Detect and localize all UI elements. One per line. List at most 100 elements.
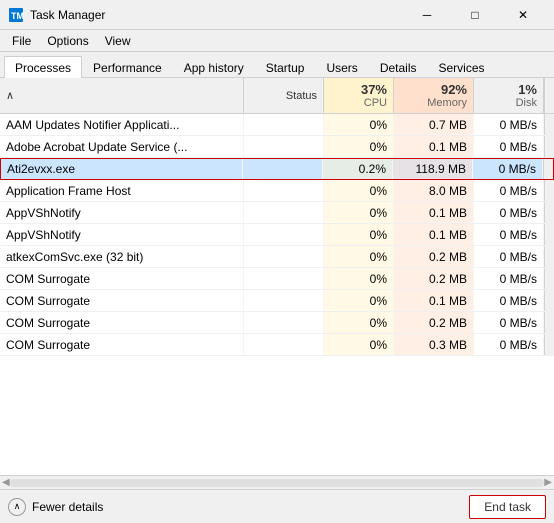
process-disk: 0 MB/s [474, 202, 544, 223]
table-row[interactable]: AAM Updates Notifier Applicati... 0%0.7 M… [0, 114, 554, 136]
table-row[interactable]: atkexComSvc.exe (32 bit)0%0.2 MB0 MB/s [0, 246, 554, 268]
process-name: COM Surrogate [0, 312, 244, 333]
horizontal-scrollbar[interactable]: ◀ ▶ [0, 475, 554, 489]
row-scroll-spacer [544, 246, 554, 267]
process-status [244, 202, 324, 223]
row-scroll-spacer [544, 114, 554, 135]
process-name: AppVShNotify [0, 224, 244, 245]
process-memory: 0.1 MB [394, 202, 474, 223]
process-disk: 0 MB/s [474, 312, 544, 333]
table-row[interactable]: AppVShNotify 0%0.1 MB0 MB/s [0, 202, 554, 224]
scroll-indicator [544, 78, 554, 113]
menu-item-view[interactable]: View [97, 32, 139, 50]
tab-details[interactable]: Details [369, 56, 428, 78]
status-label: Status [286, 90, 317, 102]
table-row[interactable]: AppVShNotify0%0.1 MB0 MB/s [0, 224, 554, 246]
tab-services[interactable]: Services [428, 56, 496, 78]
table-row[interactable]: Adobe Acrobat Update Service (...0%0.1 M… [0, 136, 554, 158]
process-name: AAM Updates Notifier Applicati... [0, 114, 244, 135]
process-memory: 118.9 MB [393, 159, 473, 179]
process-cpu: 0% [324, 334, 394, 355]
th-memory[interactable]: 92% Memory [394, 78, 474, 113]
process-cpu: 0% [324, 202, 394, 223]
th-name[interactable]: ∧ [0, 78, 244, 113]
table-header: ∧ Status 37% CPU 92% Memory 1% Disk [0, 78, 554, 114]
table-row[interactable]: Ati2evxx.exe0.2%118.9 MB0 MB/s [0, 158, 554, 180]
process-disk: 0 MB/s [474, 136, 544, 157]
title-bar: TM Task Manager ─ □ ✕ [0, 0, 554, 30]
process-cpu: 0% [324, 114, 394, 135]
tab-processes[interactable]: Processes [4, 56, 82, 78]
process-memory: 0.2 MB [394, 268, 474, 289]
process-disk: 0 MB/s [474, 334, 544, 355]
table-row[interactable]: COM Surrogate0%0.3 MB0 MB/s [0, 334, 554, 356]
fewer-details-button[interactable]: ∧ Fewer details [8, 498, 103, 516]
scroll-track[interactable] [10, 479, 545, 487]
window-controls: ─ □ ✕ [404, 1, 546, 29]
process-disk: 0 MB/s [474, 114, 544, 135]
process-status [244, 246, 324, 267]
fewer-details-label: Fewer details [32, 500, 103, 514]
menu-bar: FileOptionsView [0, 30, 554, 52]
disk-percent: 1% [518, 82, 537, 97]
th-cpu[interactable]: 37% CPU [324, 78, 394, 113]
process-name: COM Surrogate [0, 334, 244, 355]
process-cpu: 0% [324, 290, 394, 311]
process-status [244, 114, 324, 135]
tab-app-history[interactable]: App history [173, 56, 255, 78]
svg-text:TM: TM [11, 11, 24, 21]
process-memory: 0.7 MB [394, 114, 474, 135]
bottom-bar: ∧ Fewer details End task [0, 489, 554, 523]
process-disk: 0 MB/s [474, 224, 544, 245]
row-scroll-spacer [544, 290, 554, 311]
process-disk: 0 MB/s [473, 159, 543, 179]
main-content: ∧ Status 37% CPU 92% Memory 1% Disk AAM … [0, 78, 554, 475]
end-task-button[interactable]: End task [469, 495, 546, 519]
tab-startup[interactable]: Startup [255, 56, 316, 78]
process-status [244, 312, 324, 333]
process-disk: 0 MB/s [474, 290, 544, 311]
window-title: Task Manager [30, 8, 105, 22]
row-scroll-spacer [544, 268, 554, 289]
row-scroll-spacer [544, 334, 554, 355]
menu-item-options[interactable]: Options [39, 32, 96, 50]
row-scroll-spacer [544, 224, 554, 245]
th-status[interactable]: Status [244, 78, 324, 113]
close-button[interactable]: ✕ [500, 1, 546, 29]
process-status [244, 136, 324, 157]
process-cpu: 0% [324, 136, 394, 157]
row-scroll-spacer [544, 180, 554, 201]
tab-users[interactable]: Users [315, 56, 368, 78]
chevron-up-icon: ∧ [8, 498, 26, 516]
table-row[interactable]: COM Surrogate0%0.1 MB0 MB/s [0, 290, 554, 312]
app-icon: TM [8, 7, 24, 23]
row-scroll-spacer [544, 202, 554, 223]
process-cpu: 0% [324, 268, 394, 289]
row-scroll-spacer [544, 312, 554, 333]
process-disk: 0 MB/s [474, 246, 544, 267]
table-row[interactable]: Application Frame Host0%8.0 MB0 MB/s [0, 180, 554, 202]
process-disk: 0 MB/s [474, 180, 544, 201]
process-disk: 0 MB/s [474, 268, 544, 289]
process-cpu: 0% [324, 246, 394, 267]
table-row[interactable]: COM Surrogate0%0.2 MB0 MB/s [0, 268, 554, 290]
process-status [244, 290, 324, 311]
process-status [244, 224, 324, 245]
table-body: AAM Updates Notifier Applicati...0%0.7 M… [0, 114, 554, 475]
memory-percent: 92% [441, 82, 467, 97]
menu-item-file[interactable]: File [4, 32, 39, 50]
process-name: COM Surrogate [0, 290, 244, 311]
process-name: AppVShNotify [0, 202, 244, 223]
table-row[interactable]: COM Surrogate0%0.2 MB0 MB/s [0, 312, 554, 334]
process-cpu: 0.2% [323, 159, 393, 179]
tabs-bar: ProcessesPerformanceApp historyStartupUs… [0, 52, 554, 78]
th-disk[interactable]: 1% Disk [474, 78, 544, 113]
process-cpu: 0% [324, 180, 394, 201]
process-memory: 0.1 MB [394, 136, 474, 157]
tab-performance[interactable]: Performance [82, 56, 173, 78]
process-memory: 0.2 MB [394, 312, 474, 333]
process-status [244, 268, 324, 289]
maximize-button[interactable]: □ [452, 1, 498, 29]
minimize-button[interactable]: ─ [404, 1, 450, 29]
process-memory: 0.1 MB [394, 224, 474, 245]
